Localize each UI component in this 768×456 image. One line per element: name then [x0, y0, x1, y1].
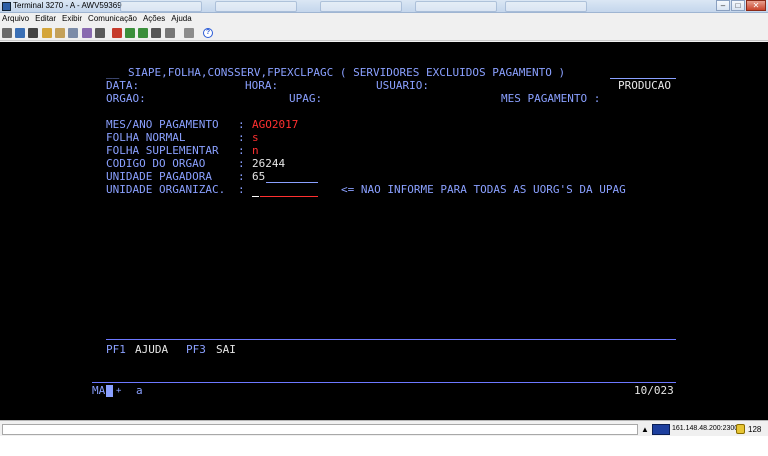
- cursor-position: 10/023: [634, 384, 674, 397]
- menu-bar: Arquivo Editar Exibir Comunicação Ações …: [0, 13, 768, 25]
- field-colon: :: [238, 183, 245, 196]
- unidade-organizac-input[interactable]: [260, 196, 318, 197]
- unidade-pagadora-input[interactable]: 65: [252, 171, 265, 183]
- tray-arrow-icon[interactable]: ▲: [641, 425, 649, 434]
- environment-label: PRODUCAO: [618, 79, 671, 92]
- mes-pagamento-label: MES PAGAMENTO :: [501, 92, 601, 105]
- menu-acoes[interactable]: Ações: [143, 13, 165, 25]
- status-message-area: [2, 424, 638, 435]
- folha-suplementar-input[interactable]: n: [252, 145, 259, 157]
- folha-suplementar-label: FOLHA SUPLEMENTAR: [106, 144, 219, 157]
- transfer-send-icon[interactable]: [125, 28, 135, 38]
- background-window-tab[interactable]: [415, 1, 497, 12]
- oia-mark: +: [116, 386, 122, 396]
- settings-icon[interactable]: [151, 28, 161, 38]
- network-icon: [652, 424, 670, 435]
- terminal-screen[interactable]: __ SIAPE,FOLHA,CONSSERV,FPEXCLPAGC ( SER…: [0, 42, 768, 420]
- mes-ano-label: MES/ANO PAGAMENTO: [106, 118, 219, 131]
- mes-ano-input[interactable]: AGO2017: [252, 119, 298, 131]
- paste-icon[interactable]: [42, 28, 52, 38]
- macro-play-icon[interactable]: [112, 28, 122, 38]
- status-bar: ▲ 161.148.48.200:23000 128: [0, 420, 768, 436]
- field-colon: :: [238, 170, 245, 183]
- hora-label: HORA:: [245, 79, 279, 92]
- oia-session: a: [136, 384, 143, 397]
- host-address: 161.148.48.200:23000: [672, 425, 743, 432]
- orgao-label: ORGAO:: [106, 92, 146, 105]
- upag-label: UPAG:: [289, 92, 323, 105]
- lock-icon: [736, 424, 745, 434]
- window-title: Terminal 3270 - A - AWV59369: [13, 1, 122, 10]
- terminal-app-icon: [2, 2, 11, 11]
- background-window-tab[interactable]: [320, 1, 402, 12]
- menu-ajuda[interactable]: Ajuda: [171, 13, 191, 25]
- toolbar: ?: [0, 25, 768, 41]
- field-colon: :: [238, 118, 245, 131]
- menu-arquivo[interactable]: Arquivo: [2, 13, 29, 25]
- transfer-receive-icon[interactable]: [138, 28, 148, 38]
- title-bar: Terminal 3270 - A - AWV59369 – □ ✕: [0, 0, 768, 13]
- menu-exibir[interactable]: Exibir: [62, 13, 82, 25]
- select-icon[interactable]: [68, 28, 78, 38]
- background-window-tab[interactable]: [215, 1, 297, 12]
- menu-comunicacao[interactable]: Comunicação: [88, 13, 137, 25]
- clear-icon[interactable]: [82, 28, 92, 38]
- usuario-label: USUARIO:: [376, 79, 429, 92]
- background-window-tab[interactable]: [120, 1, 202, 12]
- pf1-key[interactable]: PF1: [106, 344, 126, 356]
- cut-icon[interactable]: [28, 28, 38, 38]
- codigo-orgao-label: CODIGO DO ORGAO: [106, 157, 206, 170]
- macro-record-icon[interactable]: [95, 28, 105, 38]
- uorg-hint: <= NAO INFORME PARA TODAS AS UORG'S DA U…: [341, 183, 626, 196]
- data-label: DATA:: [106, 79, 140, 92]
- background-window-tab[interactable]: [505, 1, 587, 12]
- paste-special-icon[interactable]: [55, 28, 65, 38]
- unidade-pagadora-underline: [266, 182, 318, 183]
- status-number: 128: [748, 425, 762, 434]
- menu-editar[interactable]: Editar: [35, 13, 56, 25]
- oia-cursor-block: [106, 385, 113, 397]
- close-button[interactable]: ✕: [746, 0, 766, 11]
- field-colon: :: [238, 157, 245, 170]
- screen-title: SIAPE,FOLHA,CONSSERV,FPEXCLPAGC ( SERVID…: [128, 66, 566, 79]
- desktop-area: [0, 436, 768, 456]
- pf3-key[interactable]: PF3: [186, 344, 206, 356]
- disk-icon[interactable]: [165, 28, 175, 38]
- folha-normal-label: FOLHA NORMAL: [106, 131, 186, 144]
- minimize-button[interactable]: –: [716, 0, 730, 11]
- maximize-button[interactable]: □: [731, 0, 745, 11]
- copy-icon[interactable]: [15, 28, 25, 38]
- input-cursor: [252, 196, 259, 197]
- unidade-pagadora-label: UNIDADE PAGADORA: [106, 170, 212, 183]
- field-colon: :: [238, 131, 245, 144]
- pf3-label[interactable]: SAI: [216, 344, 236, 356]
- pf1-label[interactable]: AJUDA: [135, 344, 168, 356]
- oia-prefix: MA: [92, 384, 106, 397]
- unidade-organizac-label: UNIDADE ORGANIZAC.: [106, 183, 226, 196]
- oia-separator: [92, 382, 676, 383]
- field-colon: :: [238, 144, 245, 157]
- help-icon[interactable]: ?: [203, 28, 213, 38]
- pf-separator: [106, 339, 676, 340]
- print-icon[interactable]: [2, 28, 12, 38]
- keyboard-icon[interactable]: [184, 28, 194, 38]
- codigo-orgao-value: 26244: [252, 157, 286, 170]
- header-prefix: __: [106, 66, 120, 79]
- folha-normal-input[interactable]: s: [252, 132, 259, 144]
